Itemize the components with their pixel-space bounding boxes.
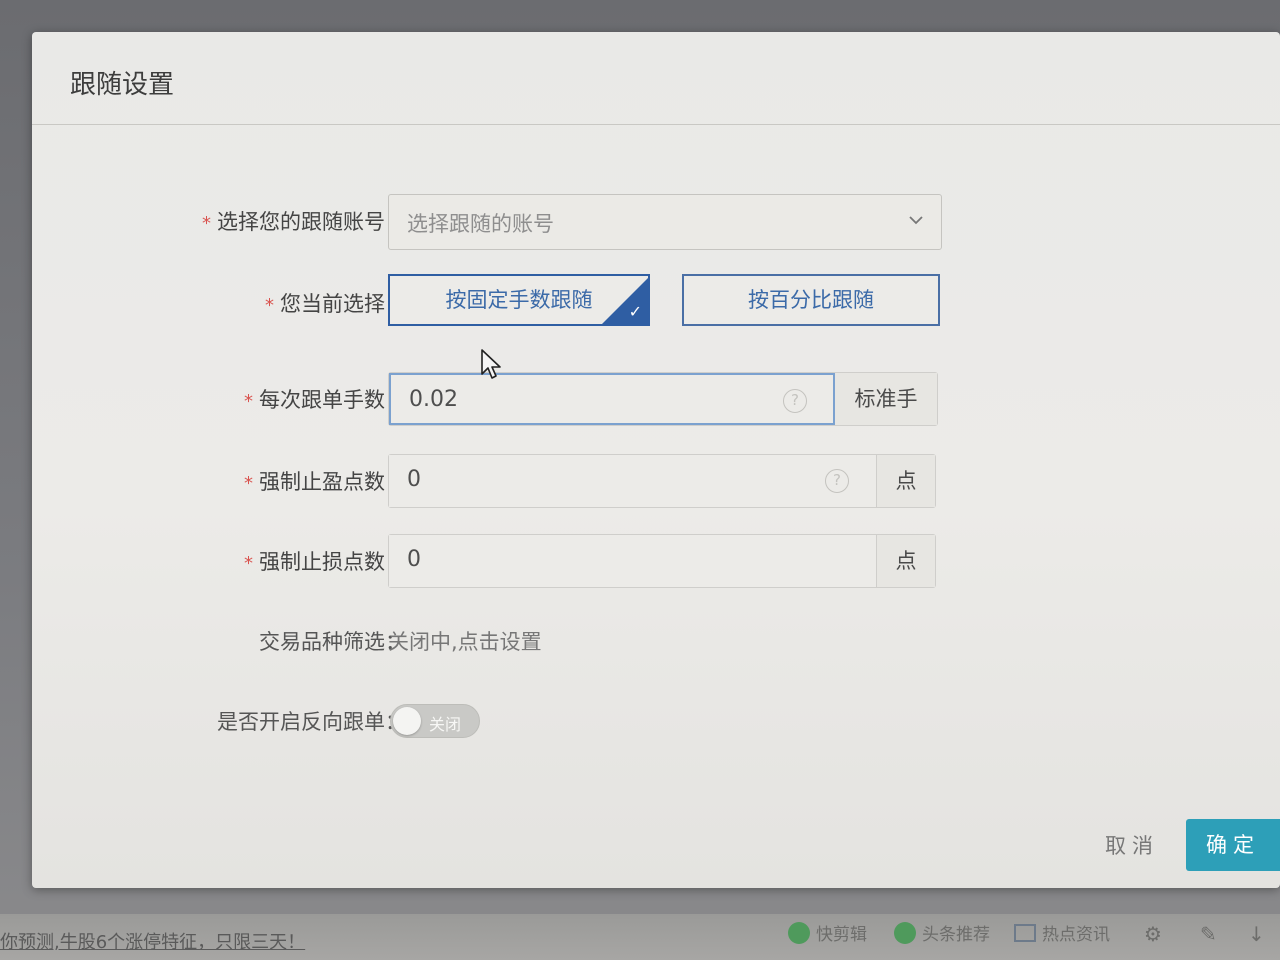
- taskbar-item-hot-news[interactable]: 热点资讯: [1014, 920, 1110, 950]
- take-profit-input-group: 0 ? 点: [388, 454, 936, 508]
- lots-input-group: 0.02 ? 标准手: [388, 372, 938, 426]
- download-icon[interactable]: ↓: [1248, 922, 1265, 946]
- fixed-lots-option[interactable]: 按固定手数跟随 ✓: [388, 274, 650, 326]
- fixed-lots-label: 按固定手数跟随: [445, 288, 593, 312]
- reverse-row: 是否开启反向跟单： 关闭: [32, 700, 1280, 740]
- taskbar: 你预测,牛股6个涨停特征，只限三天！ 快剪辑 头条推荐 热点资讯 ⚙ ✎ ↓: [0, 914, 1280, 960]
- stop-loss-value: 0: [407, 547, 421, 572]
- take-profit-row: * 强制止盈点数： 0 ? 点: [32, 454, 1280, 510]
- symbol-filter-label: 交易品种筛选：: [259, 630, 406, 654]
- taskbar-item-quick-edit[interactable]: 快剪辑: [788, 920, 867, 950]
- title-divider: [32, 124, 1280, 125]
- stop-loss-row: * 强制止损点数： 0 点: [32, 534, 1280, 590]
- take-profit-value: 0: [407, 467, 421, 492]
- symbol-filter-row: 交易品种筛选： 关闭中,点击设置: [32, 622, 1280, 662]
- check-icon: ✓: [628, 302, 642, 321]
- required-mark: *: [244, 553, 253, 574]
- symbol-filter-link[interactable]: 关闭中,点击设置: [388, 626, 542, 656]
- mouse-cursor-icon: [481, 349, 501, 379]
- reverse-label: 是否开启反向跟单：: [217, 710, 406, 734]
- toggle-state: 关闭: [429, 715, 462, 734]
- news-icon: [1014, 924, 1036, 942]
- stop-loss-unit: 点: [877, 535, 935, 587]
- taskbar-item-recommend[interactable]: 头条推荐: [894, 920, 990, 950]
- follow-settings-dialog: 跟随设置 * 选择您的跟随账号： 选择跟随的账号 * 您当前选择： 按固定手数跟随 …: [32, 32, 1280, 888]
- mode-label: * 您当前选择：: [265, 292, 406, 316]
- account-select[interactable]: 选择跟随的账号: [388, 194, 942, 250]
- help-icon[interactable]: ?: [783, 389, 807, 413]
- dialog-title: 跟随设置: [70, 70, 175, 100]
- lots-unit: 标准手: [835, 373, 937, 425]
- take-profit-input[interactable]: 0 ?: [389, 455, 877, 507]
- lots-input[interactable]: 0.02 ?: [389, 373, 835, 425]
- recommend-icon: [894, 922, 916, 944]
- pin-icon[interactable]: ✎: [1200, 922, 1217, 946]
- lots-label: * 每次跟单手数：: [244, 388, 406, 412]
- account-label: * 选择您的跟随账号：: [202, 210, 406, 234]
- stop-loss-label: * 强制止损点数：: [244, 550, 406, 574]
- required-mark: *: [265, 295, 274, 316]
- mode-row: * 您当前选择： 按固定手数跟随 ✓ 按百分比跟随: [32, 274, 1280, 330]
- news-ticker[interactable]: 你预测,牛股6个涨停特征，只限三天！: [0, 928, 305, 954]
- lots-row: * 每次跟单手数： 0.02 ? 标准手: [32, 372, 1280, 428]
- ok-button[interactable]: 确定: [1186, 819, 1280, 871]
- required-mark: *: [202, 213, 211, 234]
- account-select-placeholder: 选择跟随的账号: [407, 212, 554, 236]
- toggle-knob: [393, 707, 421, 735]
- stop-loss-input[interactable]: 0: [389, 535, 877, 587]
- percentage-option[interactable]: 按百分比跟随: [682, 274, 940, 326]
- cancel-button[interactable]: 取消: [1082, 822, 1182, 870]
- help-icon[interactable]: ?: [825, 469, 849, 493]
- stop-loss-input-group: 0 点: [388, 534, 936, 588]
- lots-value: 0.02: [409, 387, 458, 412]
- take-profit-unit: 点: [877, 455, 935, 507]
- account-row: * 选择您的跟随账号： 选择跟随的账号: [32, 194, 1280, 254]
- reverse-toggle[interactable]: 关闭: [390, 704, 480, 738]
- play-icon: [788, 922, 810, 944]
- required-mark: *: [244, 391, 253, 412]
- required-mark: *: [244, 473, 253, 494]
- take-profit-label: * 强制止盈点数：: [244, 470, 406, 494]
- percentage-label: 按百分比跟随: [748, 288, 874, 312]
- chevron-down-icon: [909, 216, 923, 225]
- settings-icon[interactable]: ⚙: [1144, 922, 1162, 946]
